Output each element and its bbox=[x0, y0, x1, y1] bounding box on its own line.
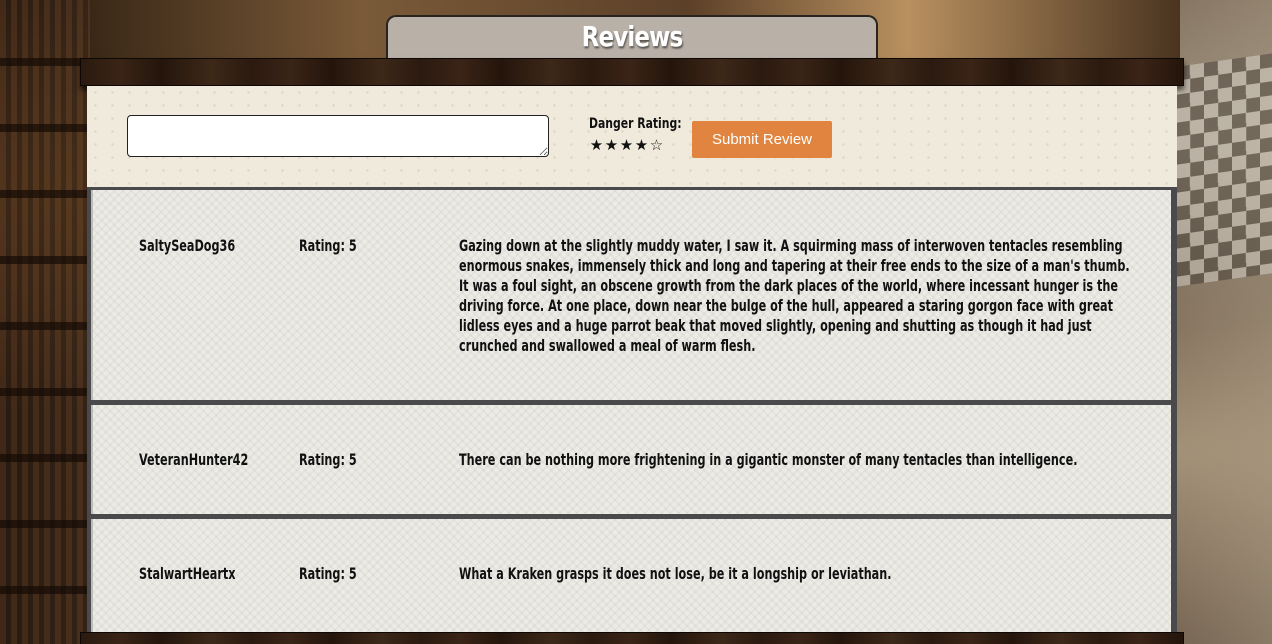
review-card: SaltySeaDog36 Rating: 5 Gazing down at t… bbox=[91, 190, 1171, 400]
danger-rating-stars[interactable]: ★ ★ ★ ★ ☆ bbox=[589, 137, 664, 153]
wooden-frame-bottom bbox=[80, 632, 1184, 644]
reviews-list: SaltySeaDog36 Rating: 5 Gazing down at t… bbox=[87, 187, 1177, 632]
star-empty-icon[interactable]: ☆ bbox=[649, 137, 664, 153]
danger-rating-label: Danger Rating: bbox=[589, 116, 682, 132]
wooden-frame-top bbox=[80, 58, 1184, 86]
submit-review-button[interactable]: Submit Review bbox=[692, 121, 832, 158]
review-text: What a Kraken grasps it does not lose, b… bbox=[459, 564, 892, 583]
review-card: VeteranHunter42 Rating: 5 There can be n… bbox=[91, 405, 1171, 514]
review-username: StalwartHeartx bbox=[139, 564, 236, 583]
review-text: There can be nothing more frightening in… bbox=[459, 450, 1078, 469]
background-checkered-floor bbox=[1176, 53, 1272, 287]
page-title: Reviews bbox=[581, 20, 684, 53]
review-text-input[interactable] bbox=[127, 115, 549, 157]
review-username: SaltySeaDog36 bbox=[139, 236, 236, 255]
review-rating: Rating: 5 bbox=[299, 236, 357, 255]
star-filled-icon[interactable]: ★ bbox=[619, 137, 634, 153]
star-filled-icon[interactable]: ★ bbox=[604, 137, 619, 153]
review-compose-panel: Danger Rating: ★ ★ ★ ★ ☆ Submit Review bbox=[87, 86, 1177, 187]
background-bookshelf bbox=[0, 0, 90, 644]
star-filled-icon[interactable]: ★ bbox=[589, 137, 604, 153]
review-rating: Rating: 5 bbox=[299, 564, 357, 583]
review-username: VeteranHunter42 bbox=[139, 450, 249, 469]
review-rating: Rating: 5 bbox=[299, 450, 357, 469]
review-text: Gazing down at the slightly muddy water,… bbox=[459, 236, 1130, 355]
star-filled-icon[interactable]: ★ bbox=[634, 137, 649, 153]
review-card: StalwartHeartx Rating: 5 What a Kraken g… bbox=[91, 519, 1171, 632]
reviews-tab: Reviews bbox=[386, 15, 878, 59]
